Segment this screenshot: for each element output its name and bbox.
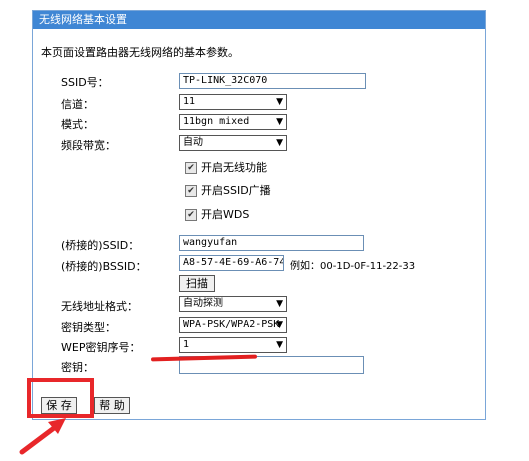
panel-description: 本页面设置路由器无线网络的基本参数。 xyxy=(41,46,239,59)
chevron-down-icon: ▼ xyxy=(276,340,283,350)
channel-label: 信道： xyxy=(61,98,94,111)
checkmark-icon: ✔ xyxy=(185,185,197,197)
enable-wds-label: 开启WDS xyxy=(201,208,250,221)
ssid-input[interactable]: TP-LINK_32C070 xyxy=(179,73,366,89)
chevron-down-icon: ▼ xyxy=(276,138,283,148)
mode-select[interactable]: 11bgn mixed ▼ xyxy=(179,114,287,130)
enable-ssid-broadcast-checkbox[interactable]: ✔ 开启SSID广播 xyxy=(185,182,271,198)
key-type-label: 密钥类型： xyxy=(61,321,116,334)
bandwidth-select[interactable]: 自动 ▼ xyxy=(179,135,287,151)
chevron-down-icon: ▼ xyxy=(276,299,283,309)
bandwidth-label: 频段带宽： xyxy=(61,139,116,152)
bssid-example: 例如：00-1D-0F-11-22-33 xyxy=(290,261,416,272)
enable-wireless-label: 开启无线功能 xyxy=(201,161,267,174)
bridged-bssid-input[interactable]: A8-57-4E-69-A6-74 xyxy=(179,255,284,271)
chevron-down-icon: ▼ xyxy=(276,117,283,127)
scan-button[interactable]: 扫描 xyxy=(179,275,215,292)
address-format-label: 无线地址格式： xyxy=(61,300,138,313)
bridged-bssid-label: (桥接的)BSSID： xyxy=(61,260,147,273)
enable-ssid-broadcast-label: 开启SSID广播 xyxy=(201,184,271,197)
wep-index-label: WEP密钥序号： xyxy=(61,341,141,354)
wep-index-value: 1 xyxy=(183,339,190,350)
bridged-ssid-label: (桥接的)SSID： xyxy=(61,239,140,252)
enable-wireless-checkbox[interactable]: ✔ 开启无线功能 xyxy=(185,159,267,175)
address-format-select[interactable]: 自动探测 ▼ xyxy=(179,296,287,312)
chevron-down-icon: ▼ xyxy=(276,97,283,107)
key-type-select[interactable]: WPA-PSK/WPA2-PSK ▼ xyxy=(179,317,287,333)
ssid-label: SSID号： xyxy=(61,76,109,89)
key-label: 密钥： xyxy=(61,361,94,374)
help-button[interactable]: 帮 助 xyxy=(94,397,130,414)
address-format-value: 自动探测 xyxy=(183,298,223,309)
mode-value: 11bgn mixed xyxy=(183,116,250,127)
channel-value: 11 xyxy=(183,96,196,107)
wep-index-select[interactable]: 1 ▼ xyxy=(179,337,287,353)
checkmark-icon: ✔ xyxy=(185,209,197,221)
bridged-ssid-input[interactable]: wangyufan xyxy=(179,235,364,251)
pointer-arrow-icon xyxy=(19,418,66,455)
checkmark-icon: ✔ xyxy=(185,162,197,174)
chevron-down-icon: ▼ xyxy=(276,320,283,330)
enable-wds-checkbox[interactable]: ✔ 开启WDS xyxy=(185,206,249,222)
mode-label: 模式： xyxy=(61,118,94,131)
bandwidth-value: 自动 xyxy=(183,137,203,148)
key-type-value: WPA-PSK/WPA2-PSK xyxy=(183,319,280,330)
channel-select[interactable]: 11 ▼ xyxy=(179,94,287,110)
